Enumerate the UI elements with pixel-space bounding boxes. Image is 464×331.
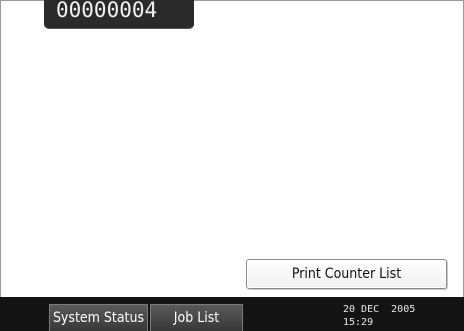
date-text: 20 DEC 2005: [343, 304, 416, 315]
job-list-button[interactable]: Job List: [150, 304, 243, 331]
time-text: 15:29: [343, 317, 374, 328]
print-counter-list-label: Print Counter List: [291, 266, 402, 282]
job-list-label: Job List: [173, 310, 220, 326]
system-status-button[interactable]: System Status: [49, 304, 148, 331]
counter-display: 00000004: [44, 0, 194, 29]
print-counter-list-button[interactable]: Print Counter List: [246, 259, 447, 289]
date-time-display: 20 DEC 2005 15:29: [343, 303, 415, 329]
system-status-label: System Status: [52, 310, 145, 326]
bottom-status-bar: System Status Job List 20 DEC 2005 15:29: [0, 297, 464, 331]
counter-value: 00000004: [56, 0, 158, 22]
